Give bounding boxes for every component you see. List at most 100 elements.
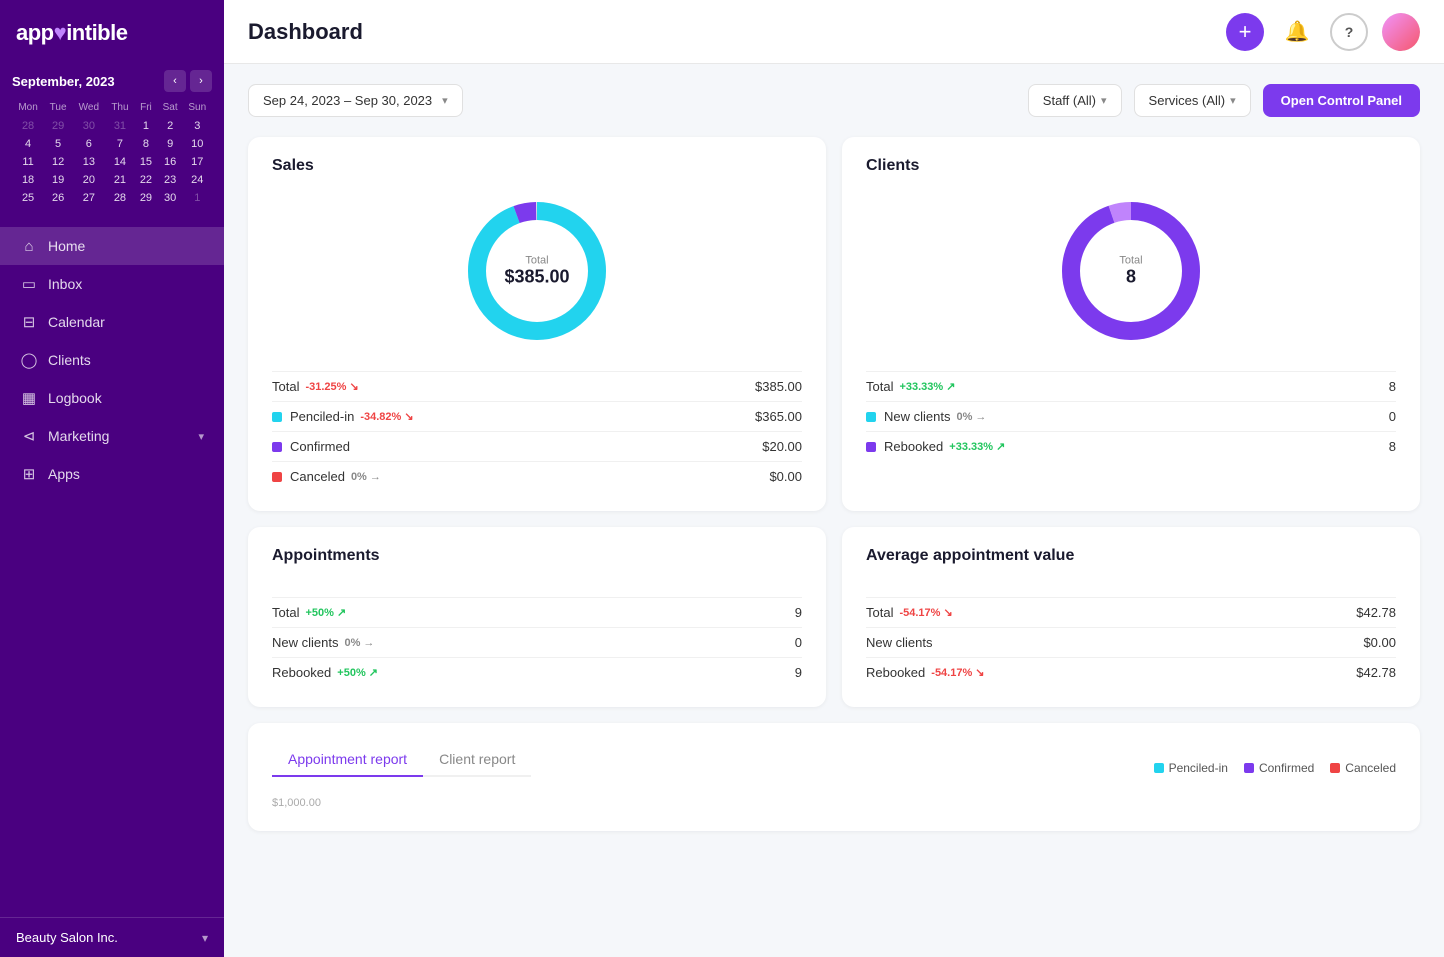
avg-value-card: Average appointment value Total -54.17% …	[842, 527, 1420, 707]
avg-new-value: $0.00	[1363, 635, 1396, 650]
tab-client-report[interactable]: Client report	[423, 743, 531, 777]
calendar-day[interactable]: 17	[183, 153, 212, 171]
penciled-in-value: $365.00	[755, 409, 802, 424]
calendar-day[interactable]: 2	[158, 117, 183, 135]
services-filter[interactable]: Services (All) ▾	[1134, 84, 1251, 117]
sidebar-item-apps[interactable]: ⊞ Apps	[0, 455, 224, 493]
staff-filter[interactable]: Staff (All) ▾	[1028, 84, 1122, 117]
help-button[interactable]: ?	[1330, 13, 1368, 51]
avg-total-change: -54.17% ↘	[899, 606, 952, 619]
calendar-day[interactable]: 24	[183, 171, 212, 189]
open-control-panel-button[interactable]: Open Control Panel	[1263, 84, 1420, 117]
staff-filter-chevron-icon: ▾	[1101, 94, 1107, 107]
clients-donut-label: Total 8	[1119, 255, 1142, 288]
calendar-header: September, 2023 ‹ ›	[12, 70, 212, 92]
calendar-day[interactable]: 12	[44, 153, 72, 171]
calendar-day[interactable]: 25	[12, 189, 44, 207]
calendar-day[interactable]: 1	[183, 189, 212, 207]
content-area: Sep 24, 2023 – Sep 30, 2023 ▾ Staff (All…	[224, 64, 1444, 957]
calendar-day[interactable]: 18	[12, 171, 44, 189]
appointments-stat-rebooked: Rebooked +50% ↗ 9	[272, 657, 802, 687]
calendar-day[interactable]: 28	[12, 117, 44, 135]
penciled-in-dot	[272, 412, 282, 422]
date-range-label: Sep 24, 2023 – Sep 30, 2023	[263, 93, 432, 108]
legend-penciled-in: Penciled-in	[1154, 761, 1228, 775]
calendar-day[interactable]: 31	[106, 117, 134, 135]
add-button[interactable]: +	[1226, 13, 1264, 51]
page-title: Dashboard	[248, 19, 363, 45]
sidebar-item-calendar[interactable]: ⊟ Calendar	[0, 303, 224, 341]
notifications-button[interactable]: 🔔	[1278, 13, 1316, 51]
calendar-day[interactable]: 27	[72, 189, 106, 207]
calendar-day[interactable]: 28	[106, 189, 134, 207]
sidebar-item-inbox[interactable]: ▭ Inbox	[0, 265, 224, 303]
weekday-thu: Thu	[106, 100, 134, 117]
sidebar-item-marketing[interactable]: ⊲ Marketing ▾	[0, 417, 224, 455]
chart-y-label: $1,000.00	[272, 793, 1396, 811]
marketing-icon: ⊲	[20, 427, 38, 445]
calendar-day[interactable]: 9	[158, 135, 183, 153]
calendar-grid: Mon Tue Wed Thu Fri Sat Sun 282930311234…	[12, 100, 212, 207]
calendar-day[interactable]: 4	[12, 135, 44, 153]
calendar-day[interactable]: 15	[134, 153, 158, 171]
legend-confirmed-dot	[1244, 763, 1254, 773]
rebooked-value: 8	[1389, 439, 1396, 454]
logbook-icon: ▦	[20, 389, 38, 407]
date-range-filter[interactable]: Sep 24, 2023 – Sep 30, 2023 ▾	[248, 84, 463, 117]
calendar-day[interactable]: 20	[72, 171, 106, 189]
calendar-day[interactable]: 5	[44, 135, 72, 153]
calendar-section: September, 2023 ‹ › Mon Tue Wed Thu Fri …	[0, 62, 224, 219]
new-clients-label: New clients	[884, 409, 950, 424]
sidebar-item-logbook[interactable]: ▦ Logbook	[0, 379, 224, 417]
calendar-day[interactable]: 30	[72, 117, 106, 135]
calendar-day[interactable]: 19	[44, 171, 72, 189]
sidebar-item-home[interactable]: ⌂ Home	[0, 227, 224, 265]
clients-total-value: 8	[1389, 379, 1396, 394]
sales-stat-total: Total -31.25% ↘ $385.00	[272, 371, 802, 401]
calendar-day[interactable]: 13	[72, 153, 106, 171]
sidebar-item-marketing-label: Marketing	[48, 428, 109, 444]
calendar-day[interactable]: 30	[158, 189, 183, 207]
calendar-day[interactable]: 26	[44, 189, 72, 207]
calendar-prev-button[interactable]: ‹	[164, 70, 186, 92]
nav-section: ⌂ Home ▭ Inbox ⊟ Calendar ◯ Clients ▦ Lo…	[0, 219, 224, 917]
cards-row-2: Appointments Total +50% ↗ 9 New clients …	[248, 527, 1420, 707]
calendar-day[interactable]: 7	[106, 135, 134, 153]
calendar-day[interactable]: 16	[158, 153, 183, 171]
date-filter-chevron-icon: ▾	[442, 94, 448, 107]
calendar-next-button[interactable]: ›	[190, 70, 212, 92]
home-icon: ⌂	[20, 237, 38, 255]
calendar-day[interactable]: 1	[134, 117, 158, 135]
calendar-day[interactable]: 21	[106, 171, 134, 189]
clients-chart-total-label: Total	[1119, 255, 1142, 267]
canceled-value: $0.00	[769, 469, 802, 484]
calendar-day[interactable]: 14	[106, 153, 134, 171]
calendar-day[interactable]: 6	[72, 135, 106, 153]
sidebar-item-clients[interactable]: ◯ Clients	[0, 341, 224, 379]
calendar-day[interactable]: 11	[12, 153, 44, 171]
clients-icon: ◯	[20, 351, 38, 369]
appointments-rebooked-value: 9	[795, 665, 802, 680]
canceled-dot	[272, 472, 282, 482]
rebooked-label: Rebooked	[884, 439, 943, 454]
clients-chart-area: Total 8	[866, 191, 1396, 351]
weekday-sun: Sun	[183, 100, 212, 117]
calendar-day[interactable]: 8	[134, 135, 158, 153]
sales-stat-penciled-in: Penciled-in -34.82% ↘ $365.00	[272, 401, 802, 431]
tab-appointment-report[interactable]: Appointment report	[272, 743, 423, 777]
legend-confirmed-label: Confirmed	[1259, 761, 1314, 775]
calendar-day[interactable]: 23	[158, 171, 183, 189]
appointments-stat-new: New clients 0% → 0	[272, 627, 802, 657]
rebooked-change: +33.33% ↗	[949, 440, 1005, 453]
clients-stat-new: New clients 0% → 0	[866, 401, 1396, 431]
inbox-icon: ▭	[20, 275, 38, 293]
avatar[interactable]	[1382, 13, 1420, 51]
calendar-day[interactable]: 3	[183, 117, 212, 135]
sidebar-bottom[interactable]: Beauty Salon Inc. ▾	[0, 917, 224, 957]
calendar-day[interactable]: 10	[183, 135, 212, 153]
cards-row-1: Sales Total $385.00	[248, 137, 1420, 511]
calendar-day[interactable]: 22	[134, 171, 158, 189]
calendar-day[interactable]: 29	[44, 117, 72, 135]
calendar-day[interactable]: 29	[134, 189, 158, 207]
main-area: Dashboard + 🔔 ? Sep 24, 2023 – Sep 30, 2…	[224, 0, 1444, 957]
